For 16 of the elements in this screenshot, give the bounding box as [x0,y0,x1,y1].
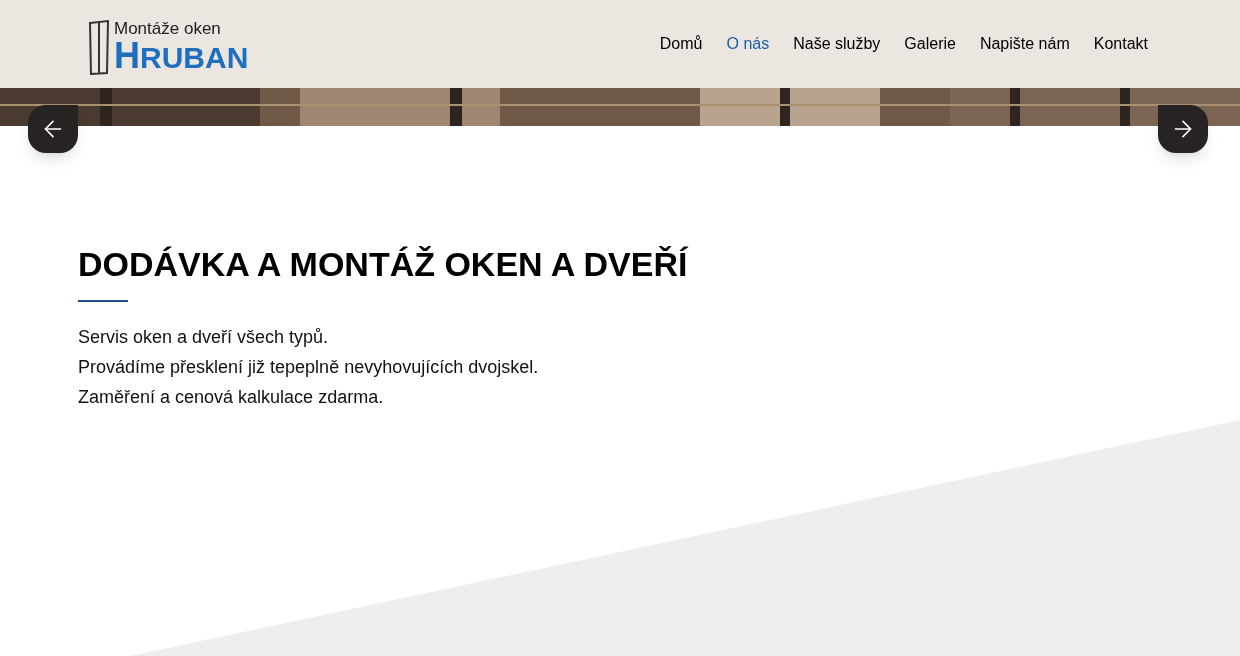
section-heading: DODÁVKA A MONTÁŽ OKEN A DVEŘÍ [78,244,689,284]
logo-tagline: Montáže oken [114,19,222,39]
body-text: Provádíme přesklení již tepeplně nevyhovujících dvojskel. [78,356,540,379]
next-button[interactable] [1158,105,1208,153]
nav-link[interactable]: Galerie [904,32,956,56]
body-text: Servis oken a dveří všech typů. [78,326,330,349]
nav-link[interactable]: O nás [726,32,770,56]
nav-link[interactable]: Domů [659,32,703,56]
logo[interactable]: Montáže oken HRUBAN [88,13,249,75]
nav-link[interactable]: Kontakt [1093,32,1148,56]
previous-button[interactable] [28,105,78,153]
nav-link[interactable]: Naše služby [793,32,881,56]
nav-link[interactable]: Napište nám [979,32,1070,56]
logo-name: HRUBAN [114,39,249,75]
window-frame-icon [88,19,110,75]
body-text: Zaměření a cenová kalkulace zdarma. [78,386,385,409]
